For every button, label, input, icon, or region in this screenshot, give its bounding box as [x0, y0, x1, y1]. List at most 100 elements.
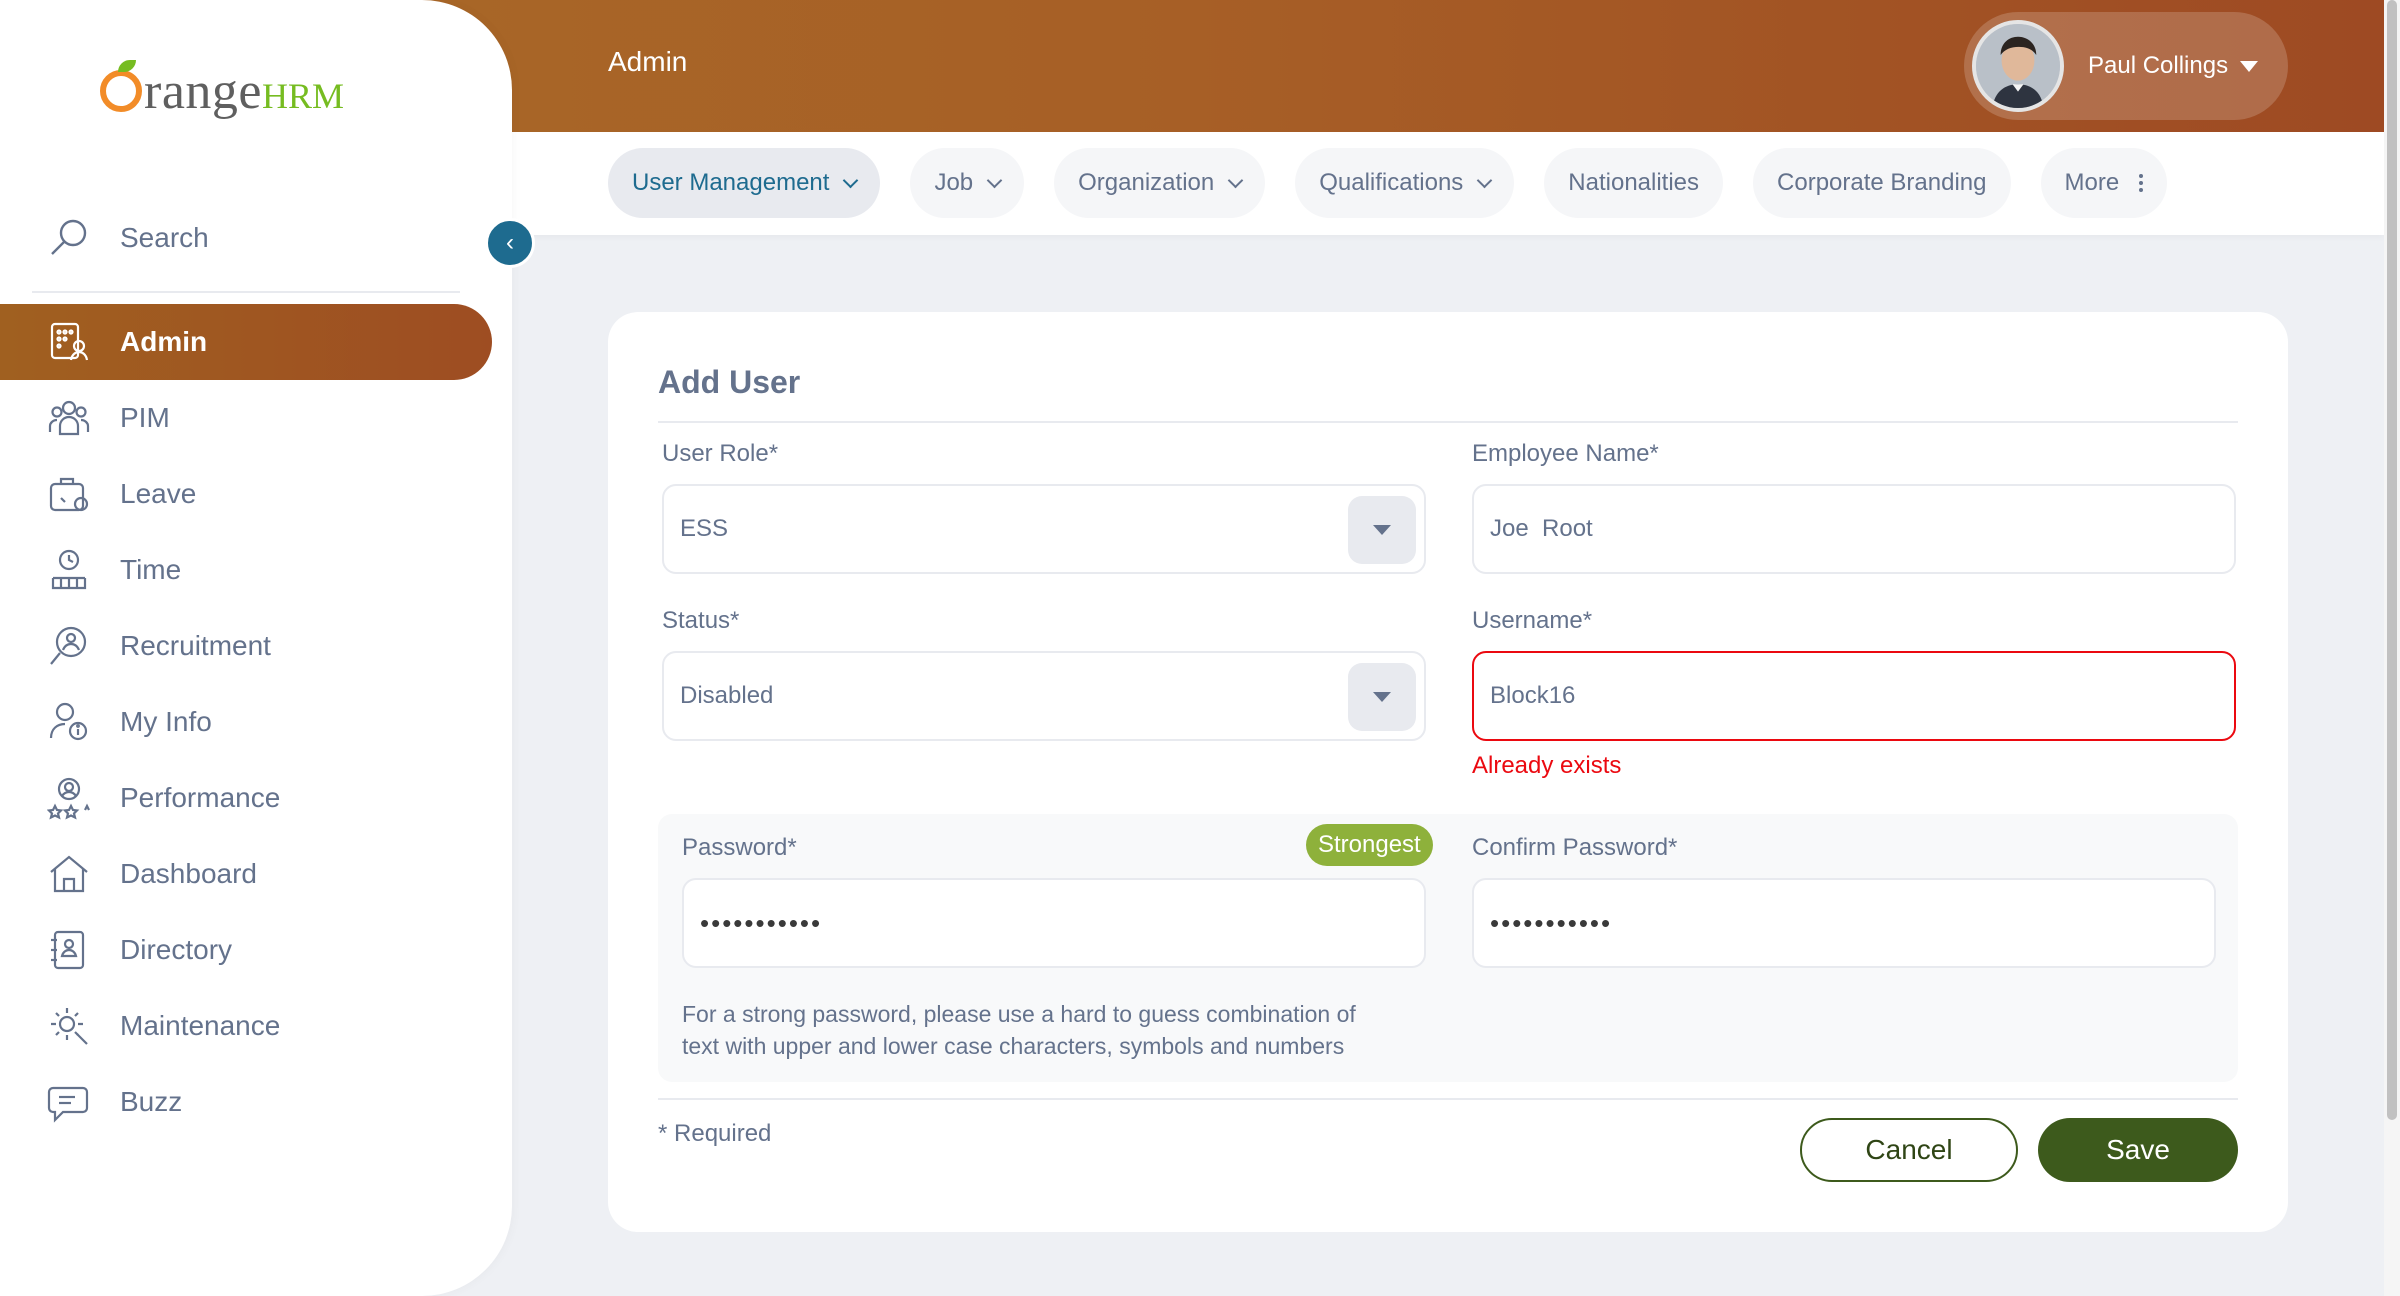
password-hint-line: text with upper and lower case character…: [682, 1033, 1345, 1059]
sidebar-item-label: Admin: [120, 326, 208, 357]
tab-label: Corporate Branding: [1777, 169, 1987, 196]
sidebar-item-admin[interactable]: Admin: [0, 304, 492, 380]
sidebar-item-label: PIM: [120, 402, 170, 433]
username-error: Already exists: [1472, 752, 1622, 779]
cancel-button[interactable]: Cancel: [1800, 1118, 2018, 1182]
page-scrollbar[interactable]: [2384, 0, 2400, 1296]
sidebar-item-maintenance[interactable]: Maintenance: [0, 988, 492, 1064]
dashboard-icon: [46, 851, 92, 897]
chevron-down-icon: [986, 172, 1003, 188]
tab-job[interactable]: Job: [910, 148, 1025, 218]
admin-icon: [46, 319, 92, 365]
select-dropdown-button[interactable]: [1348, 663, 1416, 731]
user-role-select[interactable]: ESS: [662, 484, 1426, 574]
sidebar-search[interactable]: Search: [46, 215, 209, 261]
sidebar-item-label: Dashboard: [120, 858, 257, 889]
chevron-down-icon: [1227, 172, 1244, 188]
password-label: Password*: [682, 834, 797, 861]
sidebar-collapse-button[interactable]: ‹: [485, 218, 535, 268]
password-value: •••••••••••: [700, 907, 823, 938]
password-hint: For a strong password, please use a hard…: [682, 998, 1356, 1062]
sidebar-item-label: Maintenance: [120, 1010, 281, 1041]
add-user-card: Add User User Role* ESS Employee Name* J…: [608, 312, 2288, 1232]
sidebar-item-label: My Info: [120, 706, 212, 737]
tab-user-management[interactable]: User Management: [608, 148, 881, 218]
sidebar-item-label: Leave: [120, 478, 197, 509]
sidebar-item-leave[interactable]: Leave: [0, 456, 492, 532]
leave-icon: [46, 471, 92, 517]
sidebar: range HRM Search Admin PIM Leave Time Re…: [0, 0, 512, 1296]
sidebar-item-directory[interactable]: Directory: [0, 912, 492, 988]
sidebar-item-buzz[interactable]: Buzz: [0, 1064, 492, 1140]
status-value: Disabled: [680, 682, 774, 709]
sidebar-item-label: Directory: [120, 934, 233, 965]
maintenance-icon: [46, 1003, 92, 1049]
orange-logo-mark: [100, 60, 142, 112]
recruitment-icon: [46, 623, 92, 669]
required-note: * Required: [658, 1120, 772, 1147]
caret-down-icon: [1373, 692, 1391, 702]
sidebar-item-label: Time: [120, 554, 182, 585]
my-info-icon: [46, 699, 92, 745]
form-title: Add User: [658, 364, 801, 400]
username-field[interactable]: Block16: [1472, 651, 2236, 741]
confirm-password-value: •••••••••••: [1490, 907, 1613, 938]
sidebar-item-label: Recruitment: [120, 630, 271, 661]
tab-corporate-branding[interactable]: Corporate Branding: [1753, 148, 2011, 218]
search-label: Search: [120, 222, 209, 253]
orangehrm-logo[interactable]: range HRM: [100, 60, 345, 121]
title-divider: [658, 421, 2238, 423]
tab-more[interactable]: More: [2040, 148, 2168, 218]
logo-text: range: [144, 63, 262, 120]
sidebar-item-time[interactable]: Time: [0, 532, 492, 608]
tab-label: Job: [934, 169, 974, 196]
time-icon: [46, 547, 92, 593]
tab-qualifications[interactable]: Qualifications: [1295, 148, 1515, 218]
page-title: Admin: [608, 46, 688, 77]
sidebar-item-recruitment[interactable]: Recruitment: [0, 608, 492, 684]
status-label: Status*: [662, 607, 740, 634]
password-hint-line: For a strong password, please use a hard…: [682, 1001, 1356, 1027]
user-name: Paul Collings: [2088, 52, 2229, 79]
user-dropdown[interactable]: Paul Collings: [1964, 12, 2288, 120]
tab-label: More: [2064, 169, 2120, 196]
save-button[interactable]: Save: [2038, 1118, 2238, 1182]
search-icon: [46, 215, 92, 261]
select-dropdown-button[interactable]: [1348, 496, 1416, 564]
user-role-label: User Role*: [662, 440, 779, 467]
status-select[interactable]: Disabled: [662, 651, 1426, 741]
chevron-left-icon: ‹: [506, 229, 514, 256]
tab-organization[interactable]: Organization: [1054, 148, 1266, 218]
pim-icon: [46, 395, 92, 441]
confirm-password-field[interactable]: •••••••••••: [1472, 878, 2216, 968]
employee-name-value: Joe Root: [1490, 515, 1593, 542]
sidebar-item-my-info[interactable]: My Info: [0, 684, 492, 760]
username-value: Block16: [1490, 682, 1576, 709]
user-role-value: ESS: [680, 515, 729, 542]
logo-suffix: HRM: [261, 76, 345, 116]
scrollbar-thumb[interactable]: [2387, 0, 2397, 1120]
tab-nationalities[interactable]: Nationalities: [1544, 148, 1724, 218]
caret-down-icon: [1373, 525, 1391, 535]
avatar: [1972, 20, 2064, 112]
more-vertical-icon: [2139, 174, 2144, 192]
confirm-password-label: Confirm Password*: [1472, 834, 1678, 861]
buzz-icon: [46, 1079, 92, 1125]
tab-label: User Management: [632, 169, 830, 196]
performance-icon: [46, 775, 92, 821]
sidebar-item-performance[interactable]: Performance: [0, 760, 492, 836]
top-menu: User Management Job Organization Qualifi…: [608, 148, 2168, 218]
sidebar-item-label: Buzz: [120, 1086, 183, 1117]
password-field[interactable]: •••••••••••: [682, 878, 1426, 968]
sidebar-divider: [32, 291, 460, 293]
directory-icon: [46, 927, 92, 973]
tab-label: Organization: [1078, 169, 1215, 196]
sidebar-item-pim[interactable]: PIM: [0, 380, 492, 456]
tab-label: Nationalities: [1568, 169, 1700, 196]
employee-name-field[interactable]: Joe Root: [1472, 484, 2236, 574]
chevron-down-icon: [843, 172, 859, 188]
employee-name-label: Employee Name*: [1472, 440, 1659, 467]
sidebar-item-label: Performance: [120, 782, 281, 813]
sidebar-item-dashboard[interactable]: Dashboard: [0, 836, 492, 912]
sidebar-nav: Admin PIM Leave Time Recruitment My Info…: [0, 304, 492, 1140]
